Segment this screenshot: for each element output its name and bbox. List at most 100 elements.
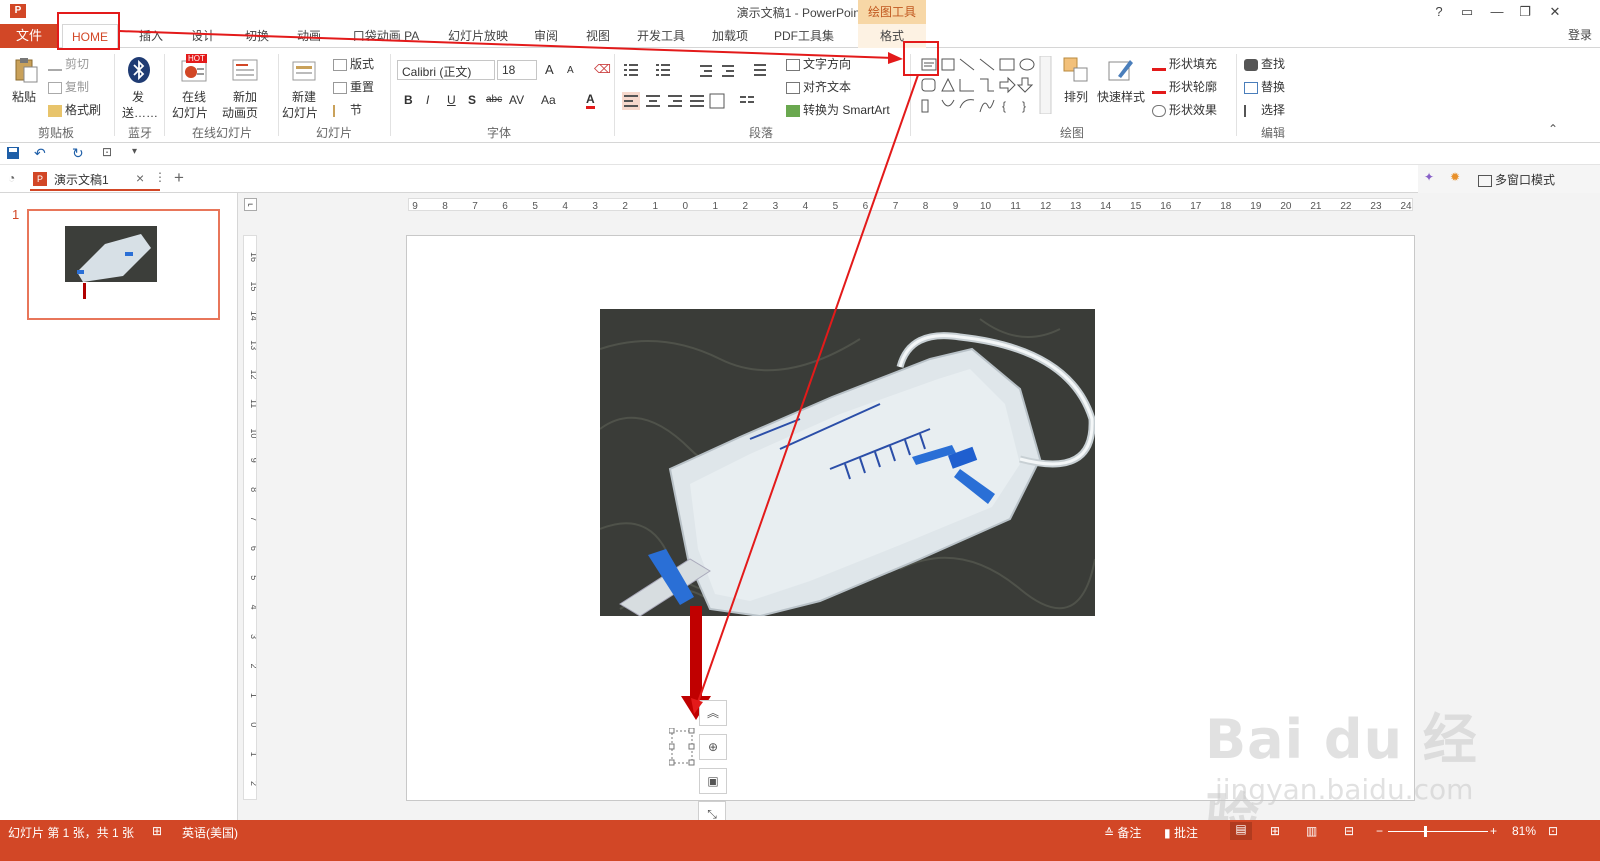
- multi-window-button[interactable]: 多窗口模式: [1478, 171, 1555, 188]
- history-icon[interactable]: ◔: [8, 171, 15, 185]
- new-slide-label-1[interactable]: 新建: [292, 88, 316, 105]
- normal-view-icon[interactable]: ▤: [1230, 822, 1252, 840]
- font-name-select[interactable]: Calibri (正文): [397, 60, 495, 80]
- spellcheck-icon[interactable]: ⊞: [152, 824, 162, 838]
- underline-button[interactable]: U: [447, 93, 456, 107]
- tab-file[interactable]: 文件: [0, 24, 58, 48]
- shapes-gallery[interactable]: { }: [918, 56, 1052, 114]
- reset-button[interactable]: 重置: [333, 78, 374, 95]
- bold-button[interactable]: B: [404, 93, 413, 107]
- character-spacing-button[interactable]: AV: [509, 93, 524, 107]
- online-slide-label-2[interactable]: 幻灯片: [172, 104, 208, 121]
- new-tab-button[interactable]: +: [174, 168, 184, 188]
- document-tab[interactable]: P 演示文稿1 × ⋮: [30, 167, 166, 191]
- replace-button[interactable]: 替换: [1244, 78, 1285, 95]
- horizontal-ruler[interactable]: 9 8 7 6 5 4 3 2 1 0 1 2 3 4 5 6 7 8 9 10 11 12 13 14 15 16 17 18 19 2…: [408, 198, 1413, 211]
- slide-sorter-icon[interactable]: ⊞: [1270, 824, 1280, 838]
- shadow-button[interactable]: S: [468, 93, 476, 107]
- select-button[interactable]: 选择: [1244, 101, 1285, 118]
- tab-transitions[interactable]: 切换: [238, 24, 276, 48]
- send-label-1[interactable]: 发: [132, 88, 144, 105]
- paste-icon[interactable]: [12, 56, 40, 84]
- text-direction-button[interactable]: 文字方向: [786, 55, 851, 72]
- start-from-beginning-icon[interactable]: ⊡: [102, 145, 112, 159]
- cut-button[interactable]: 剪切: [48, 55, 89, 72]
- tab-view[interactable]: 视图: [580, 24, 616, 48]
- arrange-icon[interactable]: [1062, 56, 1090, 84]
- tab-pdf-tools[interactable]: PDF工具集: [770, 24, 838, 48]
- layout-button[interactable]: 版式: [333, 55, 374, 72]
- online-slide-label-1[interactable]: 在线: [182, 88, 206, 105]
- tab-home[interactable]: HOME: [62, 24, 118, 49]
- bluetooth-icon[interactable]: [125, 56, 153, 84]
- quick-styles-button[interactable]: 快速样式: [1097, 88, 1145, 105]
- font-size-select[interactable]: 18: [497, 60, 537, 80]
- minimize-button[interactable]: —: [1484, 2, 1510, 22]
- save-icon[interactable]: [6, 146, 20, 160]
- zoom-slider-track[interactable]: [1388, 831, 1488, 832]
- tab-design[interactable]: 设计: [184, 24, 222, 48]
- close-tab-icon[interactable]: ×: [136, 170, 144, 186]
- grow-font-button[interactable]: A: [545, 62, 554, 77]
- zoom-level[interactable]: 81%: [1512, 824, 1536, 838]
- login-link[interactable]: 登录: [1568, 24, 1592, 46]
- close-button[interactable]: ✕: [1542, 2, 1568, 22]
- maximize-button[interactable]: ❐: [1512, 2, 1538, 22]
- fit-slide-icon[interactable]: ⊡: [1548, 824, 1558, 838]
- tab-format[interactable]: 格式: [858, 24, 926, 48]
- shape-outline-button[interactable]: 形状轮廓: [1152, 78, 1217, 95]
- tab-review[interactable]: 审阅: [528, 24, 564, 48]
- zoom-out-button[interactable]: −: [1376, 824, 1383, 838]
- redo-icon[interactable]: ↻: [72, 145, 84, 162]
- quick-styles-icon[interactable]: [1106, 56, 1134, 84]
- convert-smartart-button[interactable]: 转换为 SmartArt: [786, 101, 890, 118]
- tab-animations[interactable]: 动画: [290, 24, 328, 48]
- change-case-button[interactable]: Aa: [541, 93, 556, 107]
- vertical-ruler[interactable]: 16151413121110987654321012: [243, 235, 257, 800]
- ribbon-display-options-icon[interactable]: ▭: [1454, 2, 1480, 22]
- copy-button[interactable]: 复制: [48, 78, 89, 95]
- shrink-font-button[interactable]: A: [567, 65, 574, 76]
- section-button[interactable]: 节: [333, 101, 362, 118]
- slideshow-view-icon[interactable]: ⊟: [1344, 824, 1354, 838]
- new-animation-label-1[interactable]: 新加: [233, 88, 257, 105]
- list-buttons-icon[interactable]: [622, 61, 772, 79]
- new-animation-page-icon[interactable]: [231, 56, 259, 84]
- align-text-button[interactable]: 对齐文本: [786, 78, 851, 95]
- tab-addins[interactable]: 加载项: [706, 24, 754, 48]
- selected-textbox[interactable]: [669, 728, 695, 766]
- zoom-slider-thumb[interactable]: [1424, 826, 1427, 837]
- tab-slideshow[interactable]: 幻灯片放映: [440, 24, 516, 48]
- slide-thumbnail-1[interactable]: [27, 209, 220, 320]
- tab-stop-selector-icon[interactable]: ⌐: [244, 198, 257, 211]
- wand-icon[interactable]: ✦: [1424, 170, 1434, 184]
- shape-effects-button[interactable]: 形状效果: [1152, 101, 1217, 118]
- tab-menu-icon[interactable]: ⋮: [154, 170, 166, 184]
- undo-icon[interactable]: ↶: [34, 145, 46, 162]
- customize-qat-icon[interactable]: ▾: [132, 146, 137, 157]
- font-color-button[interactable]: A: [586, 92, 595, 109]
- shape-fill-button[interactable]: 形状填充: [1152, 55, 1217, 72]
- collapse-ribbon-icon[interactable]: ⌃: [1548, 122, 1558, 136]
- italic-button[interactable]: I: [426, 93, 429, 107]
- clear-format-icon[interactable]: ⌫: [594, 62, 611, 76]
- urine-bag-photo[interactable]: [600, 309, 1095, 616]
- strikethrough-button[interactable]: abc: [486, 94, 502, 105]
- new-animation-label-2[interactable]: 动画页: [222, 104, 258, 121]
- paste-button[interactable]: 粘贴: [12, 88, 36, 105]
- find-button[interactable]: 查找: [1244, 55, 1285, 72]
- settings-gear-icon[interactable]: ✹: [1450, 170, 1460, 184]
- language-status[interactable]: 英语(美国): [182, 824, 238, 841]
- format-painter-button[interactable]: 格式刷: [48, 101, 101, 118]
- new-slide-label-2[interactable]: 幻灯片: [282, 104, 318, 121]
- shape-style-icon[interactable]: ▣: [699, 768, 727, 794]
- comments-button[interactable]: ▮ 批注: [1164, 824, 1198, 841]
- alignment-buttons-icon[interactable]: [622, 92, 772, 110]
- tab-developer[interactable]: 开发工具: [630, 24, 692, 48]
- arrange-button[interactable]: 排列: [1064, 88, 1088, 105]
- zoom-in-button[interactable]: +: [1490, 824, 1497, 838]
- new-slide-icon[interactable]: [290, 56, 318, 84]
- help-icon[interactable]: ?: [1426, 2, 1452, 22]
- align-center-icon[interactable]: ⊕: [699, 734, 727, 760]
- bring-forward-icon[interactable]: ︽: [699, 700, 727, 726]
